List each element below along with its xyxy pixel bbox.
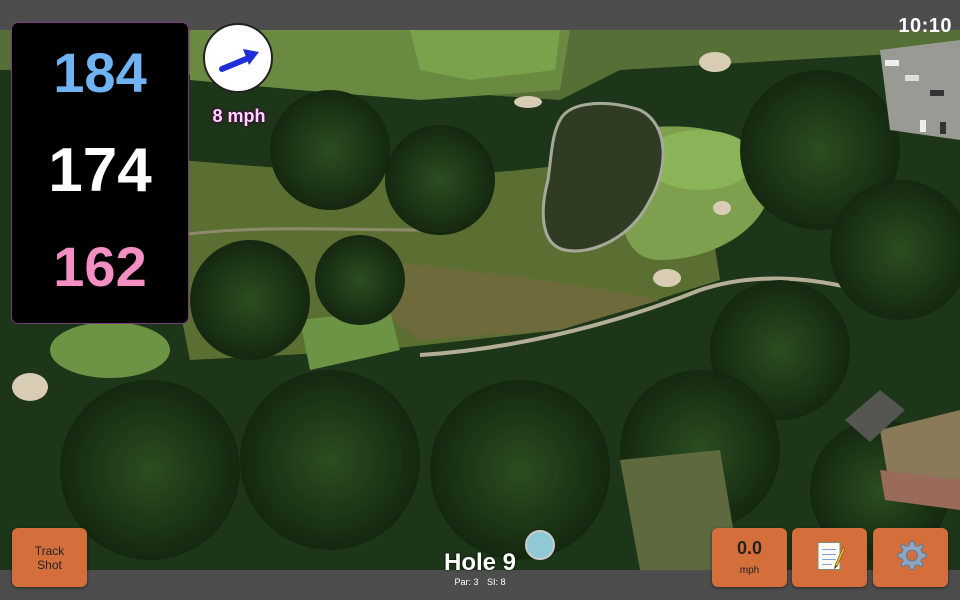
- clock: 10:10: [898, 15, 952, 37]
- distance-middle: 174: [48, 136, 152, 205]
- hole-title: Hole 9: [443, 549, 517, 576]
- hole-info: Par: 3 SI: 8: [380, 577, 580, 587]
- gear-icon: [894, 538, 928, 577]
- swing-speed-button[interactable]: 0.0 mph: [712, 528, 787, 587]
- wind-indicator: [203, 23, 273, 93]
- track-shot-button[interactable]: Track Shot: [12, 528, 87, 587]
- notes-button[interactable]: [792, 528, 867, 587]
- settings-button[interactable]: [873, 528, 948, 587]
- stroke-index-label: SI: 8: [487, 577, 506, 587]
- track-shot-label-line2: Shot: [37, 558, 62, 572]
- track-shot-label-line1: Track: [34, 544, 65, 558]
- par-label: Par: 3: [454, 577, 479, 587]
- swing-speed-unit: mph: [739, 565, 760, 576]
- distance-front: 162: [53, 235, 147, 298]
- app-screen: 10:10 184 174 162 8 mph Track Shot Hole …: [0, 0, 960, 600]
- distance-back: 184: [53, 41, 147, 104]
- notepad-icon: [815, 539, 846, 576]
- wind-speed-label: 8 mph: [212, 106, 266, 126]
- swing-speed-value: 0.0: [736, 538, 763, 558]
- distance-panel: 184 174 162: [11, 22, 189, 324]
- wind-direction-arrow-icon: [219, 49, 259, 72]
